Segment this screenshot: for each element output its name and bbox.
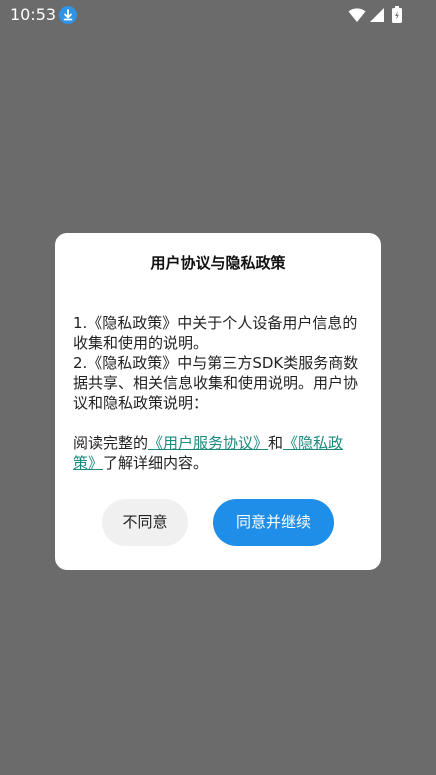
- read-full-text: 阅读完整的《用户服务协议》和《隐私政策》了解详细内容。: [73, 433, 365, 473]
- download-icon: [59, 6, 77, 24]
- disagree-button[interactable]: 不同意: [102, 499, 188, 546]
- user-agreement-link[interactable]: 《用户服务协议》: [148, 434, 268, 452]
- policy-item-1: 1.《隐私政策》中关于个人设备用户信息的收集和使用的说明。: [73, 314, 358, 352]
- signal-icon: [369, 7, 385, 27]
- battery-icon: [392, 6, 402, 27]
- agree-continue-button[interactable]: 同意并继续: [213, 499, 334, 546]
- dialog-body: 1.《隐私政策》中关于个人设备用户信息的收集和使用的说明。 2.《隐私政策》中与…: [73, 313, 365, 473]
- wifi-icon: [348, 7, 366, 27]
- policy-item-2: 2.《隐私政策》中与第三方SDK类服务商数据共享、相关信息收集和使用说明。用户协…: [73, 354, 359, 412]
- status-time: 10:53: [10, 5, 57, 24]
- read-prefix: 阅读完整的: [73, 434, 149, 452]
- privacy-dialog: 用户协议与隐私政策 1.《隐私政策》中关于个人设备用户信息的收集和使用的说明。 …: [55, 233, 381, 570]
- dialog-title: 用户协议与隐私政策: [150, 254, 286, 272]
- read-suffix: 了解详细内容。: [103, 454, 209, 472]
- read-and: 和: [268, 434, 284, 452]
- status-bar: 10:53: [0, 0, 436, 30]
